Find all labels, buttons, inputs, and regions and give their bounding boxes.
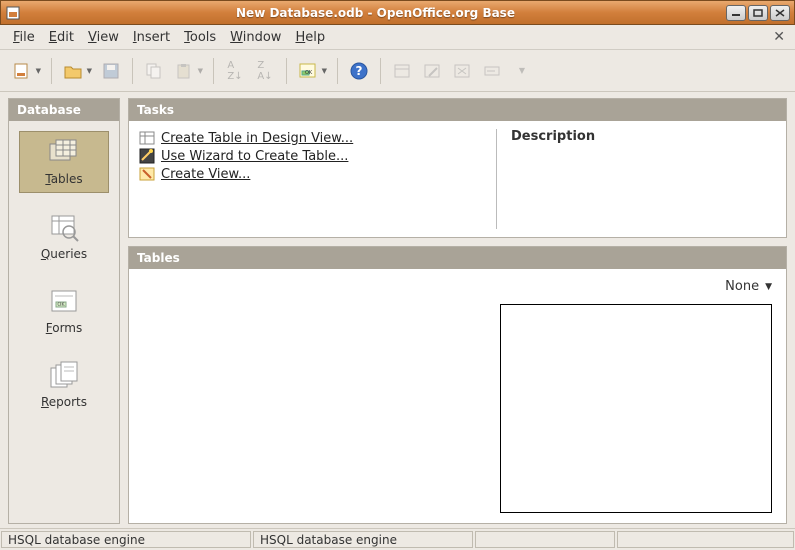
task-create-design[interactable]: Create Table in Design View... [139, 129, 496, 147]
help-button[interactable]: ? [345, 57, 373, 85]
main-panel: Tasks Create Table in Design View... Use… [128, 98, 787, 524]
task-label: Create Table in Design View... [161, 131, 353, 146]
menu-view[interactable]: View [81, 28, 126, 47]
svg-text:OK: OK [57, 302, 65, 308]
open-button[interactable]: ▼ [59, 57, 95, 85]
description-label: Description [511, 129, 595, 144]
queries-icon [47, 213, 81, 243]
chevron-down-icon: ▼ [87, 67, 92, 75]
view-mode-label: None [725, 279, 759, 294]
save-button [97, 57, 125, 85]
sidebar-item-forms[interactable]: OK Forms [19, 281, 109, 341]
reports-icon [47, 361, 81, 391]
task-create-view[interactable]: Create View... [139, 165, 496, 183]
preview-column: None ▼ [486, 269, 786, 523]
toolbar-separator [132, 58, 133, 84]
database-sidebar: Database Tables Queries OK Forms [8, 98, 120, 524]
paste-button: ▼ [170, 57, 206, 85]
status-engine-1: HSQL database engine [1, 531, 251, 548]
toolbar-separator [51, 58, 52, 84]
svg-text:OK: OK [305, 70, 313, 76]
sidebar-item-tables[interactable]: Tables [19, 131, 109, 193]
sort-asc-button: AZ↓ [221, 57, 249, 85]
table-delete-button [448, 57, 476, 85]
chevron-down-icon: ▼ [765, 282, 772, 292]
minimize-button[interactable] [726, 5, 746, 21]
task-label: Create View... [161, 167, 250, 182]
sidebar-item-label: Forms [46, 321, 83, 335]
design-view-icon [139, 130, 155, 146]
tasks-panel: Tasks Create Table in Design View... Use… [128, 98, 787, 238]
tables-list-header: Tables [129, 247, 786, 269]
toolbar-overflow: ▼ [508, 57, 536, 85]
window-title: New Database.odb - OpenOffice.org Base [27, 6, 724, 20]
menu-window[interactable]: Window [223, 28, 288, 47]
sidebar-item-label: Tables [45, 172, 82, 186]
content-area: Database Tables Queries OK Forms [0, 92, 795, 528]
close-button[interactable] [770, 5, 790, 21]
status-cell-3 [475, 531, 615, 548]
menu-file[interactable]: File [6, 28, 42, 47]
svg-text:?: ? [356, 64, 363, 78]
toolbar-separator [286, 58, 287, 84]
sidebar-item-reports[interactable]: Reports [19, 355, 109, 415]
toolbar-separator [337, 58, 338, 84]
status-bar: HSQL database engine HSQL database engin… [0, 528, 795, 550]
menu-insert[interactable]: Insert [126, 28, 177, 47]
table-design-button [388, 57, 416, 85]
toolbar-separator [213, 58, 214, 84]
sidebar-header: Database [9, 99, 119, 121]
form-button[interactable]: OK ▼ [294, 57, 330, 85]
menu-edit[interactable]: Edit [42, 28, 81, 47]
chevron-down-icon: ▼ [322, 67, 327, 75]
toolbar: ▼ ▼ ▼ AZ↓ ZA↓ OK ▼ ? ▼ [0, 50, 795, 92]
description-column: Description [496, 129, 776, 229]
menu-tools[interactable]: Tools [177, 28, 223, 47]
menu-help[interactable]: Help [288, 28, 332, 47]
status-cell-4 [617, 531, 794, 548]
table-edit-button [418, 57, 446, 85]
tasks-header: Tasks [129, 99, 786, 121]
task-list: Create Table in Design View... Use Wizar… [139, 129, 496, 229]
sidebar-item-label: Reports [41, 395, 87, 409]
sidebar-item-label: Queries [41, 247, 87, 261]
chevron-down-icon: ▼ [36, 67, 41, 75]
wizard-icon [139, 148, 155, 164]
menubar-close-icon[interactable]: ✕ [769, 29, 789, 45]
task-label: Use Wizard to Create Table... [161, 149, 348, 164]
title-bar: New Database.odb - OpenOffice.org Base [0, 0, 795, 25]
toolbar-separator [380, 58, 381, 84]
new-button[interactable]: ▼ [8, 57, 44, 85]
copy-button [140, 57, 168, 85]
sidebar-item-queries[interactable]: Queries [19, 207, 109, 267]
maximize-button[interactable] [748, 5, 768, 21]
status-engine-2: HSQL database engine [253, 531, 473, 548]
task-use-wizard[interactable]: Use Wizard to Create Table... [139, 147, 496, 165]
table-rename-button [478, 57, 506, 85]
tables-icon [47, 138, 81, 168]
view-mode-selector[interactable]: None ▼ [500, 279, 772, 294]
create-view-icon [139, 166, 155, 182]
preview-box [500, 304, 772, 513]
sort-desc-button: ZA↓ [251, 57, 279, 85]
app-icon [5, 5, 21, 21]
tables-list-panel: Tables None ▼ [128, 246, 787, 524]
tables-list-area[interactable] [129, 269, 486, 523]
forms-icon: OK [47, 287, 81, 317]
menu-bar: File Edit View Insert Tools Window Help … [0, 25, 795, 50]
chevron-down-icon: ▼ [198, 67, 203, 75]
